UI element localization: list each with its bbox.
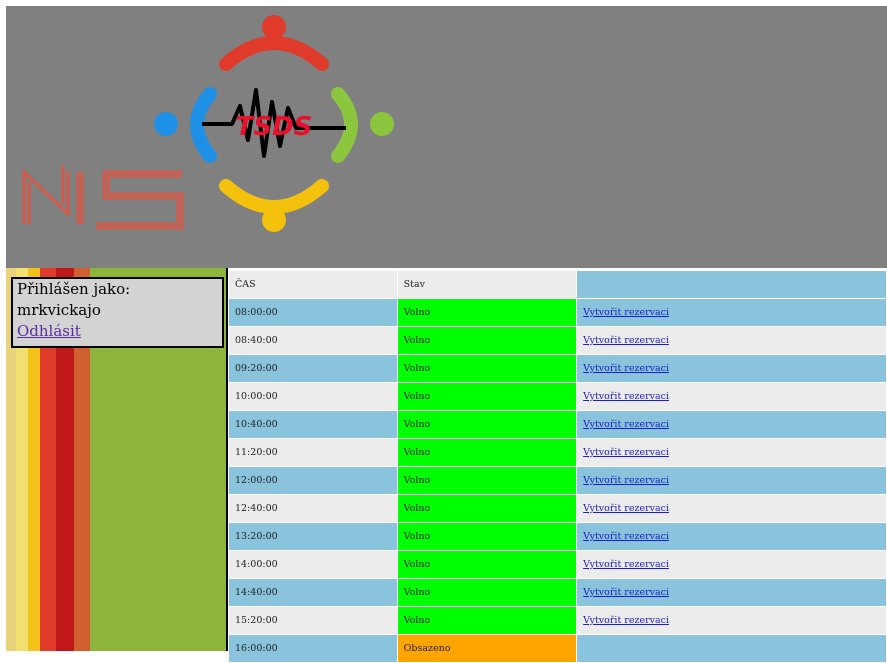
table-row: 08:00:00 Volno Vytvořit rezervaci bbox=[228, 298, 887, 327]
action-cell: Vytvořit rezervaci bbox=[576, 466, 887, 495]
table-header-row: ČAS Stav bbox=[228, 270, 887, 299]
status-cell: Volno bbox=[396, 550, 578, 579]
time-cell: 13:20:00 bbox=[228, 522, 398, 551]
time-cell: 12:40:00 bbox=[228, 494, 398, 523]
table-row: 16:00:00 Obsazeno bbox=[228, 634, 887, 663]
action-cell: Vytvořit rezervaci bbox=[576, 326, 887, 355]
action-cell: Vytvořit rezervaci bbox=[576, 578, 887, 607]
create-reservation-link[interactable]: Vytvořit rezervaci bbox=[583, 335, 669, 346]
table-row: 09:20:00 Volno Vytvořit rezervaci bbox=[228, 354, 887, 383]
create-reservation-link[interactable]: Vytvořit rezervaci bbox=[583, 615, 669, 626]
table-row: 10:40:00 Volno Vytvořit rezervaci bbox=[228, 410, 887, 439]
status-cell: Volno bbox=[396, 298, 578, 327]
action-cell: Vytvořit rezervaci bbox=[576, 522, 887, 551]
time-cell: 11:20:00 bbox=[228, 438, 398, 467]
time-cell: 15:20:00 bbox=[228, 606, 398, 635]
status-cell: Volno bbox=[396, 522, 578, 551]
time-cell: 14:40:00 bbox=[228, 578, 398, 607]
create-reservation-link[interactable]: Vytvořit rezervaci bbox=[583, 307, 669, 318]
status-cell: Volno bbox=[396, 606, 578, 635]
logout-link[interactable]: Odhlásit bbox=[17, 322, 81, 340]
table-row: 08:40:00 Volno Vytvořit rezervaci bbox=[228, 326, 887, 355]
table-row: 14:40:00 Volno Vytvořit rezervaci bbox=[228, 578, 887, 607]
time-cell: 12:00:00 bbox=[228, 466, 398, 495]
status-cell: Volno bbox=[396, 466, 578, 495]
table-row: 13:20:00 Volno Vytvořit rezervaci bbox=[228, 522, 887, 551]
action-cell: Vytvořit rezervaci bbox=[576, 606, 887, 635]
action-cell: Vytvořit rezervaci bbox=[576, 550, 887, 579]
action-cell: Vytvořit rezervaci bbox=[576, 494, 887, 523]
page-frame: TSDS Přihlášen jako: mrkvickajo Odhlásit… bbox=[0, 0, 887, 663]
action-cell: Vytvořit rezervaci bbox=[576, 382, 887, 411]
create-reservation-link[interactable]: Vytvořit rezervaci bbox=[583, 475, 669, 486]
status-cell: Volno bbox=[396, 578, 578, 607]
username-text: mrkvickajo bbox=[17, 301, 101, 319]
table-row: 11:20:00 Volno Vytvořit rezervaci bbox=[228, 438, 887, 467]
status-cell: Volno bbox=[396, 494, 578, 523]
time-cell: 08:00:00 bbox=[228, 298, 398, 327]
table-row: 12:00:00 Volno Vytvořit rezervaci bbox=[228, 466, 887, 495]
table-body: 08:00:00 Volno Vytvořit rezervaci 08:40:00 V… bbox=[228, 298, 887, 663]
header-status: Stav bbox=[396, 270, 578, 299]
time-cell: 10:40:00 bbox=[228, 410, 398, 439]
time-cell: 10:00:00 bbox=[228, 382, 398, 411]
nis-logo-mark bbox=[22, 166, 184, 230]
time-cell: 09:20:00 bbox=[228, 354, 398, 383]
create-reservation-link[interactable]: Vytvořit rezervaci bbox=[583, 503, 669, 514]
create-reservation-link[interactable]: Vytvořit rezervaci bbox=[583, 363, 669, 374]
time-cell: 08:40:00 bbox=[228, 326, 398, 355]
action-cell: Vytvořit rezervaci bbox=[576, 354, 887, 383]
login-status-box: Přihlášen jako: mrkvickajo Odhlásit bbox=[11, 277, 224, 348]
tsds-logo-text: TSDS bbox=[236, 112, 313, 142]
table-row: 14:00:00 Volno Vytvořit rezervaci bbox=[228, 550, 887, 579]
reservation-table: ČAS Stav 08:00:00 Volno Vytvořit rezervaci… bbox=[228, 270, 887, 663]
create-reservation-link[interactable]: Vytvořit rezervaci bbox=[583, 559, 669, 570]
header-banner: TSDS bbox=[6, 6, 887, 268]
action-cell: Vytvořit rezervaci bbox=[576, 410, 887, 439]
create-reservation-link[interactable]: Vytvořit rezervaci bbox=[583, 531, 669, 542]
status-cell: Volno bbox=[396, 410, 578, 439]
nis-tsds-logo: TSDS bbox=[22, 15, 394, 232]
table-row: 15:20:00 Volno Vytvořit rezervaci bbox=[228, 606, 887, 635]
action-cell: Vytvořit rezervaci bbox=[576, 438, 887, 467]
time-cell: 16:00:00 bbox=[228, 634, 398, 663]
status-cell: Volno bbox=[396, 326, 578, 355]
action-cell: Vytvořit rezervaci bbox=[576, 298, 887, 327]
status-cell: Volno bbox=[396, 354, 578, 383]
header-action bbox=[576, 270, 887, 299]
time-cell: 14:00:00 bbox=[228, 550, 398, 579]
status-cell: Obsazeno bbox=[396, 634, 578, 663]
action-cell bbox=[576, 634, 887, 663]
header-time: ČAS bbox=[228, 270, 398, 299]
create-reservation-link[interactable]: Vytvořit rezervaci bbox=[583, 587, 669, 598]
table-row: 12:40:00 Volno Vytvořit rezervaci bbox=[228, 494, 887, 523]
status-cell: Volno bbox=[396, 382, 578, 411]
create-reservation-link[interactable]: Vytvořit rezervaci bbox=[583, 419, 669, 430]
status-cell: Volno bbox=[396, 438, 578, 467]
logged-in-label: Přihlášen jako: bbox=[17, 280, 131, 298]
create-reservation-link[interactable]: Vytvořit rezervaci bbox=[583, 391, 669, 402]
create-reservation-link[interactable]: Vytvořit rezervaci bbox=[583, 447, 669, 458]
table-row: 10:00:00 Volno Vytvořit rezervaci bbox=[228, 382, 887, 411]
